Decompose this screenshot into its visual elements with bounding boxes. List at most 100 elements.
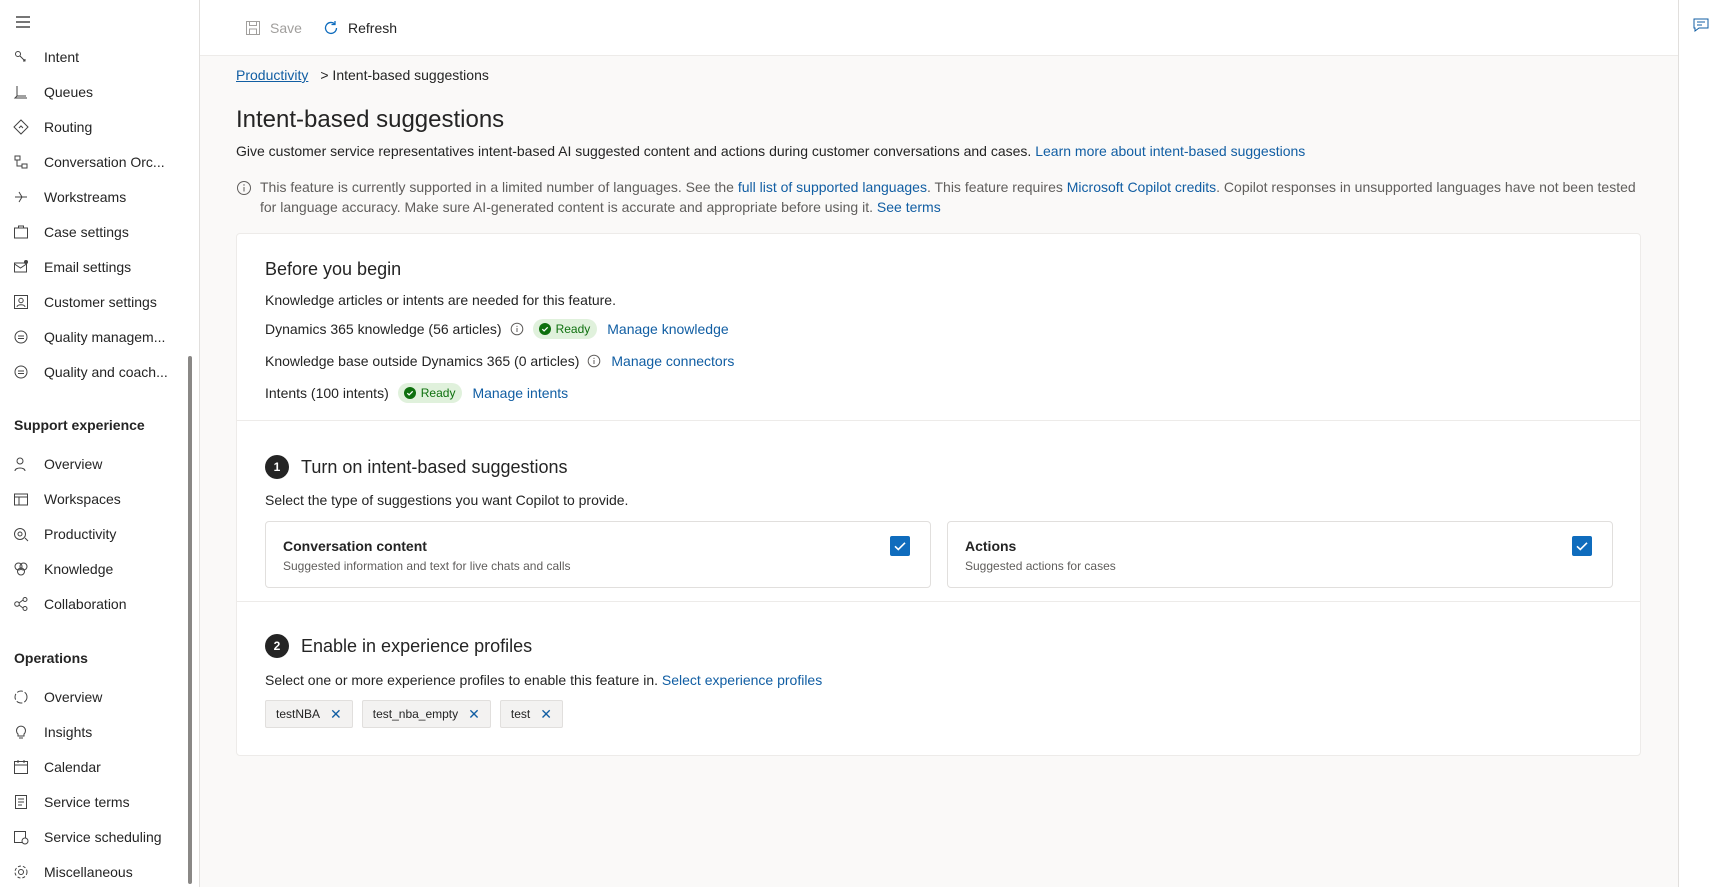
- sidebar-item-label: Intent: [44, 49, 80, 65]
- person-icon: [14, 457, 26, 472]
- sidebar-item-customer-settings[interactable]: Customer settings: [0, 285, 190, 319]
- actions-checkbox[interactable]: [1572, 536, 1592, 556]
- section-support-experience: Support experience: [14, 417, 145, 433]
- sidebar-item-label: Calendar: [44, 759, 101, 775]
- sidebar-item-service-scheduling[interactable]: Service scheduling: [0, 820, 190, 854]
- section-operations: Operations: [14, 650, 88, 666]
- page-description: Give customer service representatives in…: [236, 143, 1305, 159]
- supported-languages-link[interactable]: full list of supported languages: [738, 179, 927, 195]
- chat-icon[interactable]: [1692, 16, 1710, 34]
- info-icon[interactable]: [510, 322, 524, 336]
- breadcrumb: Productivity > Intent-based suggestions: [236, 67, 493, 83]
- sidebar-item-collaboration[interactable]: Collaboration: [0, 587, 190, 621]
- copilot-credits-link[interactable]: Microsoft Copilot credits: [1067, 179, 1216, 195]
- calendar-icon: [14, 760, 28, 774]
- sidebar-item-label: Productivity: [44, 526, 117, 542]
- sidebar-item-queues[interactable]: Queues: [0, 75, 190, 109]
- sidebar-item-quality-management[interactable]: Quality managem...: [0, 320, 190, 354]
- hamburger-menu-icon[interactable]: [13, 12, 33, 32]
- page-description-text: Give customer service representatives in…: [236, 143, 1032, 159]
- divider: [237, 420, 1640, 421]
- save-button[interactable]: Save: [244, 17, 302, 39]
- profile-tag-label: testNBA: [276, 707, 321, 721]
- breadcrumb-current: > Intent-based suggestions: [320, 67, 489, 83]
- queues-icon: [13, 86, 27, 99]
- sidebar-item-label: Overview: [44, 456, 103, 472]
- refresh-button[interactable]: Refresh: [322, 17, 397, 39]
- knowledge-icon: [14, 562, 28, 576]
- sidebar-item-label: Knowledge: [44, 561, 114, 577]
- conversation-content-option[interactable]: Conversation content Suggested informati…: [265, 521, 931, 588]
- info-icon: [237, 181, 251, 195]
- manage-knowledge-link[interactable]: Manage knowledge: [607, 321, 728, 337]
- profile-tag-label: test: [510, 707, 531, 721]
- sidebar-item-label: Routing: [44, 119, 93, 135]
- sidebar-item-label: Service scheduling: [44, 829, 162, 845]
- select-experience-profiles-link[interactable]: Select experience profiles: [662, 672, 822, 688]
- customer-icon: [14, 295, 28, 309]
- sidebar-item-email-settings[interactable]: Email settings: [0, 250, 190, 284]
- option-title: Conversation content: [283, 538, 427, 554]
- sidebar-item-label: Service terms: [44, 794, 130, 810]
- profile-tag-label: test_nba_empty: [372, 707, 459, 721]
- refresh-button-label: Refresh: [348, 20, 398, 36]
- sidebar-item-support-overview[interactable]: Overview: [0, 447, 190, 481]
- option-description: Suggested actions for cases: [965, 559, 1116, 573]
- refresh-icon: [324, 21, 338, 35]
- sidebar-item-intent[interactable]: Intent: [0, 40, 190, 74]
- step2-title: Enable in experience profiles: [301, 635, 533, 656]
- see-terms-link[interactable]: See terms: [877, 199, 941, 215]
- sidebar-item-case-settings[interactable]: Case settings: [0, 215, 190, 249]
- remove-tag-icon[interactable]: ✕: [330, 706, 342, 723]
- actions-option[interactable]: Actions Suggested actions for cases: [947, 521, 1613, 588]
- sidebar-item-calendar[interactable]: Calendar: [0, 750, 190, 784]
- remove-tag-icon[interactable]: ✕: [468, 706, 480, 723]
- case-icon: [14, 225, 28, 239]
- step-number-badge: 2: [265, 634, 289, 658]
- sidebar-item-label: Customer settings: [44, 294, 157, 310]
- checkmark-icon: [894, 542, 906, 551]
- manage-intents-link[interactable]: Manage intents: [472, 385, 568, 401]
- sidebar-item-label: Overview: [44, 689, 103, 705]
- step2-subtitle-text: Select one or more experience profiles t…: [265, 672, 659, 688]
- sidebar: Intent Queues Routing Conversation Orc..…: [0, 0, 200, 887]
- profile-tags: testNBA ✕ test_nba_empty ✕ test ✕: [265, 700, 572, 728]
- gear-icon: [14, 865, 28, 879]
- sidebar-item-label: Miscellaneous: [44, 864, 133, 880]
- info-icon[interactable]: [587, 354, 601, 368]
- sidebar-item-productivity[interactable]: Productivity: [0, 517, 190, 551]
- manage-connectors-link[interactable]: Manage connectors: [611, 353, 734, 369]
- kb-outside-label: Knowledge base outside Dynamics 365 (0 a…: [265, 353, 580, 369]
- sidebar-item-insights[interactable]: Insights: [0, 715, 190, 749]
- conversation-icon: [14, 155, 28, 169]
- sidebar-item-label: Workspaces: [44, 491, 121, 507]
- breadcrumb-link-productivity[interactable]: Productivity: [236, 67, 308, 83]
- remove-tag-icon[interactable]: ✕: [540, 706, 552, 723]
- command-bar: Save Refresh: [200, 0, 1678, 56]
- step1-subtitle: Select the type of suggestions you want …: [265, 492, 629, 508]
- conversation-content-checkbox[interactable]: [890, 536, 910, 556]
- learn-more-link[interactable]: Learn more about intent-based suggestion…: [1035, 143, 1305, 159]
- sidebar-item-service-terms[interactable]: Service terms: [0, 785, 190, 819]
- sidebar-item-miscellaneous[interactable]: Miscellaneous: [0, 855, 190, 887]
- profile-tag: testNBA ✕: [265, 700, 353, 728]
- sidebar-item-label: Quality and coach...: [44, 364, 168, 380]
- before-you-begin-title: Before you begin: [265, 259, 402, 279]
- sidebar-item-routing[interactable]: Routing: [0, 110, 190, 144]
- sidebar-scrollbar[interactable]: [188, 356, 192, 884]
- sidebar-item-label: Case settings: [44, 224, 129, 240]
- note-text-1: This feature is currently supported in a…: [260, 179, 734, 195]
- d365-knowledge-row: Dynamics 365 knowledge (56 articles) Rea…: [265, 318, 729, 340]
- sidebar-item-quality-and-coaching[interactable]: Quality and coach...: [0, 355, 190, 389]
- sidebar-item-operations-overview[interactable]: Overview: [0, 680, 190, 714]
- sidebar-item-knowledge[interactable]: Knowledge: [0, 552, 190, 586]
- collaboration-icon: [14, 597, 28, 611]
- sidebar-item-workspaces[interactable]: Workspaces: [0, 482, 190, 516]
- status-badge-label: Ready: [555, 322, 591, 336]
- check-circle-icon: [538, 323, 551, 335]
- sidebar-item-conversation-orchestration[interactable]: Conversation Orc...: [0, 145, 190, 179]
- before-you-begin-subtitle: Knowledge articles or intents are needed…: [265, 292, 616, 308]
- sidebar-item-label: Email settings: [44, 259, 132, 275]
- sidebar-item-workstreams[interactable]: Workstreams: [0, 180, 190, 214]
- step1-header: 1 Turn on intent-based suggestions: [265, 455, 568, 479]
